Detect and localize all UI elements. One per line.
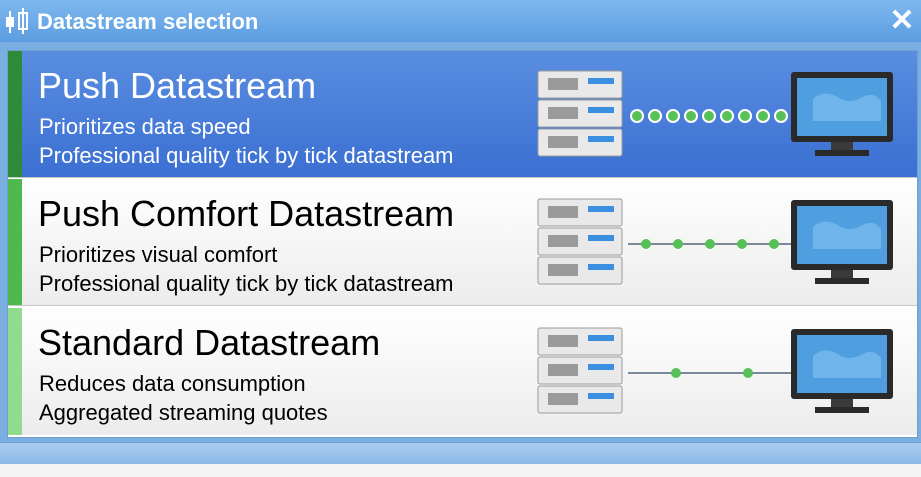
candlestick-icon: [6, 8, 28, 34]
option-title: Push Comfort Datastream: [38, 193, 455, 234]
background-window: [0, 464, 921, 477]
option-stripe: [8, 308, 22, 435]
server-icon: [537, 70, 623, 157]
monitor-icon: [791, 200, 893, 284]
server-to-monitor-graphic: [537, 327, 893, 414]
close-icon: ✕: [889, 4, 915, 37]
option-subdescription: Professional quality tick by tick datast…: [39, 143, 454, 168]
connection-dots: [628, 239, 791, 249]
server-icon: [537, 198, 623, 285]
monitor-icon: [791, 329, 893, 413]
option-title: Standard Datastream: [38, 322, 381, 363]
option-subdescription: Professional quality tick by tick datast…: [39, 271, 454, 296]
option-stripe: [8, 51, 22, 177]
option-description: Prioritizes data speed: [39, 114, 251, 139]
server-icon: [537, 327, 623, 414]
option-description: Reduces data consumption: [39, 371, 306, 396]
window-title: Datastream selection: [37, 9, 259, 34]
option-title: Push Datastream: [38, 65, 317, 106]
connection-dots: [630, 109, 788, 123]
monitor-icon: [791, 72, 893, 156]
server-to-monitor-graphic: [537, 70, 893, 157]
connection-dots: [628, 368, 791, 378]
datastream-options-panel: Push Datastream Prioritizes data speed P…: [7, 50, 918, 438]
title-bar: Datastream selection ✕: [0, 0, 921, 42]
server-to-monitor-graphic: [537, 198, 893, 285]
option-subdescription: Aggregated streaming quotes: [39, 400, 328, 425]
option-stripe: [8, 179, 22, 305]
dialog-footer: [0, 442, 921, 465]
option-standard-datastream[interactable]: Standard Datastream Reduces data consump…: [8, 308, 917, 435]
option-push-datastream[interactable]: Push Datastream Prioritizes data speed P…: [8, 51, 917, 178]
option-push-comfort-datastream[interactable]: Push Comfort Datastream Prioritizes visu…: [8, 179, 917, 306]
close-button[interactable]: ✕: [889, 6, 915, 36]
option-description: Prioritizes visual comfort: [39, 242, 278, 267]
